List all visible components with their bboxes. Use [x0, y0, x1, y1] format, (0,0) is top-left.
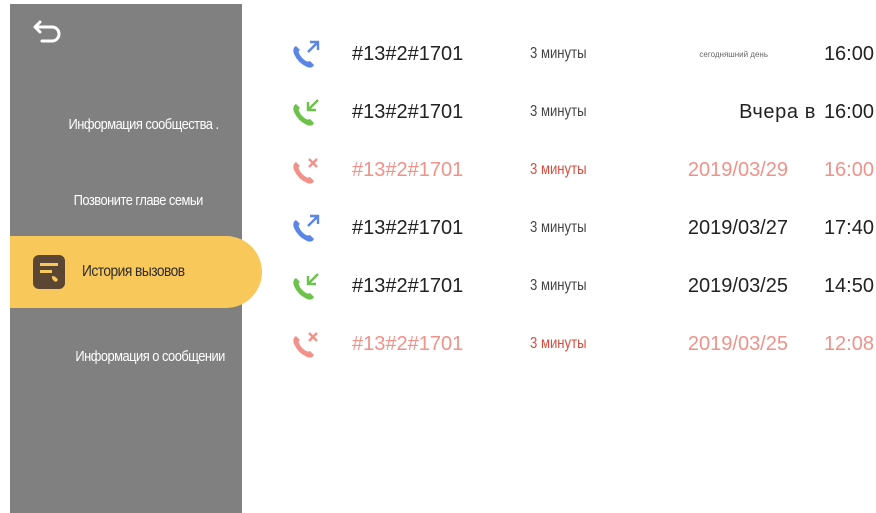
incoming-call-icon	[293, 99, 319, 126]
call-history-icon	[33, 255, 65, 289]
call-time: 17:40	[823, 217, 874, 239]
missed-call-icon	[293, 158, 318, 184]
call-duration: 3 минуты	[530, 335, 587, 352]
call-row[interactable]: #13#2#1701 3 минуты 2019/03/25 12:08	[280, 316, 876, 374]
back-arrow-icon	[33, 20, 61, 43]
call-date: 2019/03/29	[687, 159, 788, 181]
sidebar-item-label: Позвоните главе семьи	[73, 191, 204, 209]
sidebar: Информация сообщества . Позвоните главе …	[10, 4, 262, 513]
call-time: 16:00	[823, 101, 874, 123]
caller-number: #13#2#1701	[352, 43, 464, 65]
call-row[interactable]: #13#2#1701 3 минуты Вчера в 16:00	[280, 84, 876, 142]
call-duration: 3 минуты	[530, 45, 587, 62]
call-date: Вчера в	[739, 101, 816, 123]
sidebar-item-message-info[interactable]: Информация о сообщении	[10, 336, 275, 376]
caller-number: #13#2#1701	[352, 101, 464, 123]
caller-number: #13#2#1701	[352, 275, 464, 297]
call-duration: 3 минуты	[530, 103, 587, 120]
outgoing-call-icon	[293, 214, 320, 242]
call-time: 14:50	[823, 275, 874, 297]
call-duration: 3 минуты	[530, 219, 587, 236]
call-date: сегодняшний день	[699, 50, 768, 59]
sidebar-item-label: Информация сообщества .	[68, 115, 219, 133]
call-time: 16:00	[823, 159, 874, 181]
call-time: 12:08	[823, 333, 874, 355]
back-button[interactable]	[32, 18, 66, 46]
caller-number: #13#2#1701	[352, 333, 464, 355]
missed-call-icon	[293, 332, 318, 358]
call-duration: 3 минуты	[530, 161, 587, 178]
call-time: 16:00	[823, 43, 874, 65]
sidebar-item-community-info[interactable]: Информация сообщества .	[10, 104, 268, 144]
sidebar-item-label: Информация о сообщении	[75, 347, 225, 365]
sidebar-item-label: История вызовов	[82, 263, 185, 280]
caller-number: #13#2#1701	[352, 159, 464, 181]
call-row[interactable]: #13#2#1701 3 минуты 2019/03/29 16:00	[280, 142, 876, 200]
sidebar-item-call-history[interactable]: История вызовов	[10, 236, 262, 308]
outgoing-call-icon	[293, 40, 320, 68]
call-row[interactable]: #13#2#1701 3 минуты 2019/03/27 17:40	[280, 200, 876, 258]
sidebar-item-call-head[interactable]: Позвоните главе семьи	[10, 180, 273, 220]
call-duration: 3 минуты	[530, 277, 587, 294]
call-date: 2019/03/27	[687, 217, 788, 239]
call-row[interactable]: #13#2#1701 3 минуты 2019/03/25 14:50	[280, 258, 876, 316]
call-date: 2019/03/25	[687, 275, 788, 297]
incoming-call-icon	[293, 273, 319, 300]
call-date: 2019/03/25	[687, 333, 788, 355]
caller-number: #13#2#1701	[352, 217, 464, 239]
call-row[interactable]: #13#2#1701 3 минуты сегодняшний день 16:…	[280, 26, 876, 84]
